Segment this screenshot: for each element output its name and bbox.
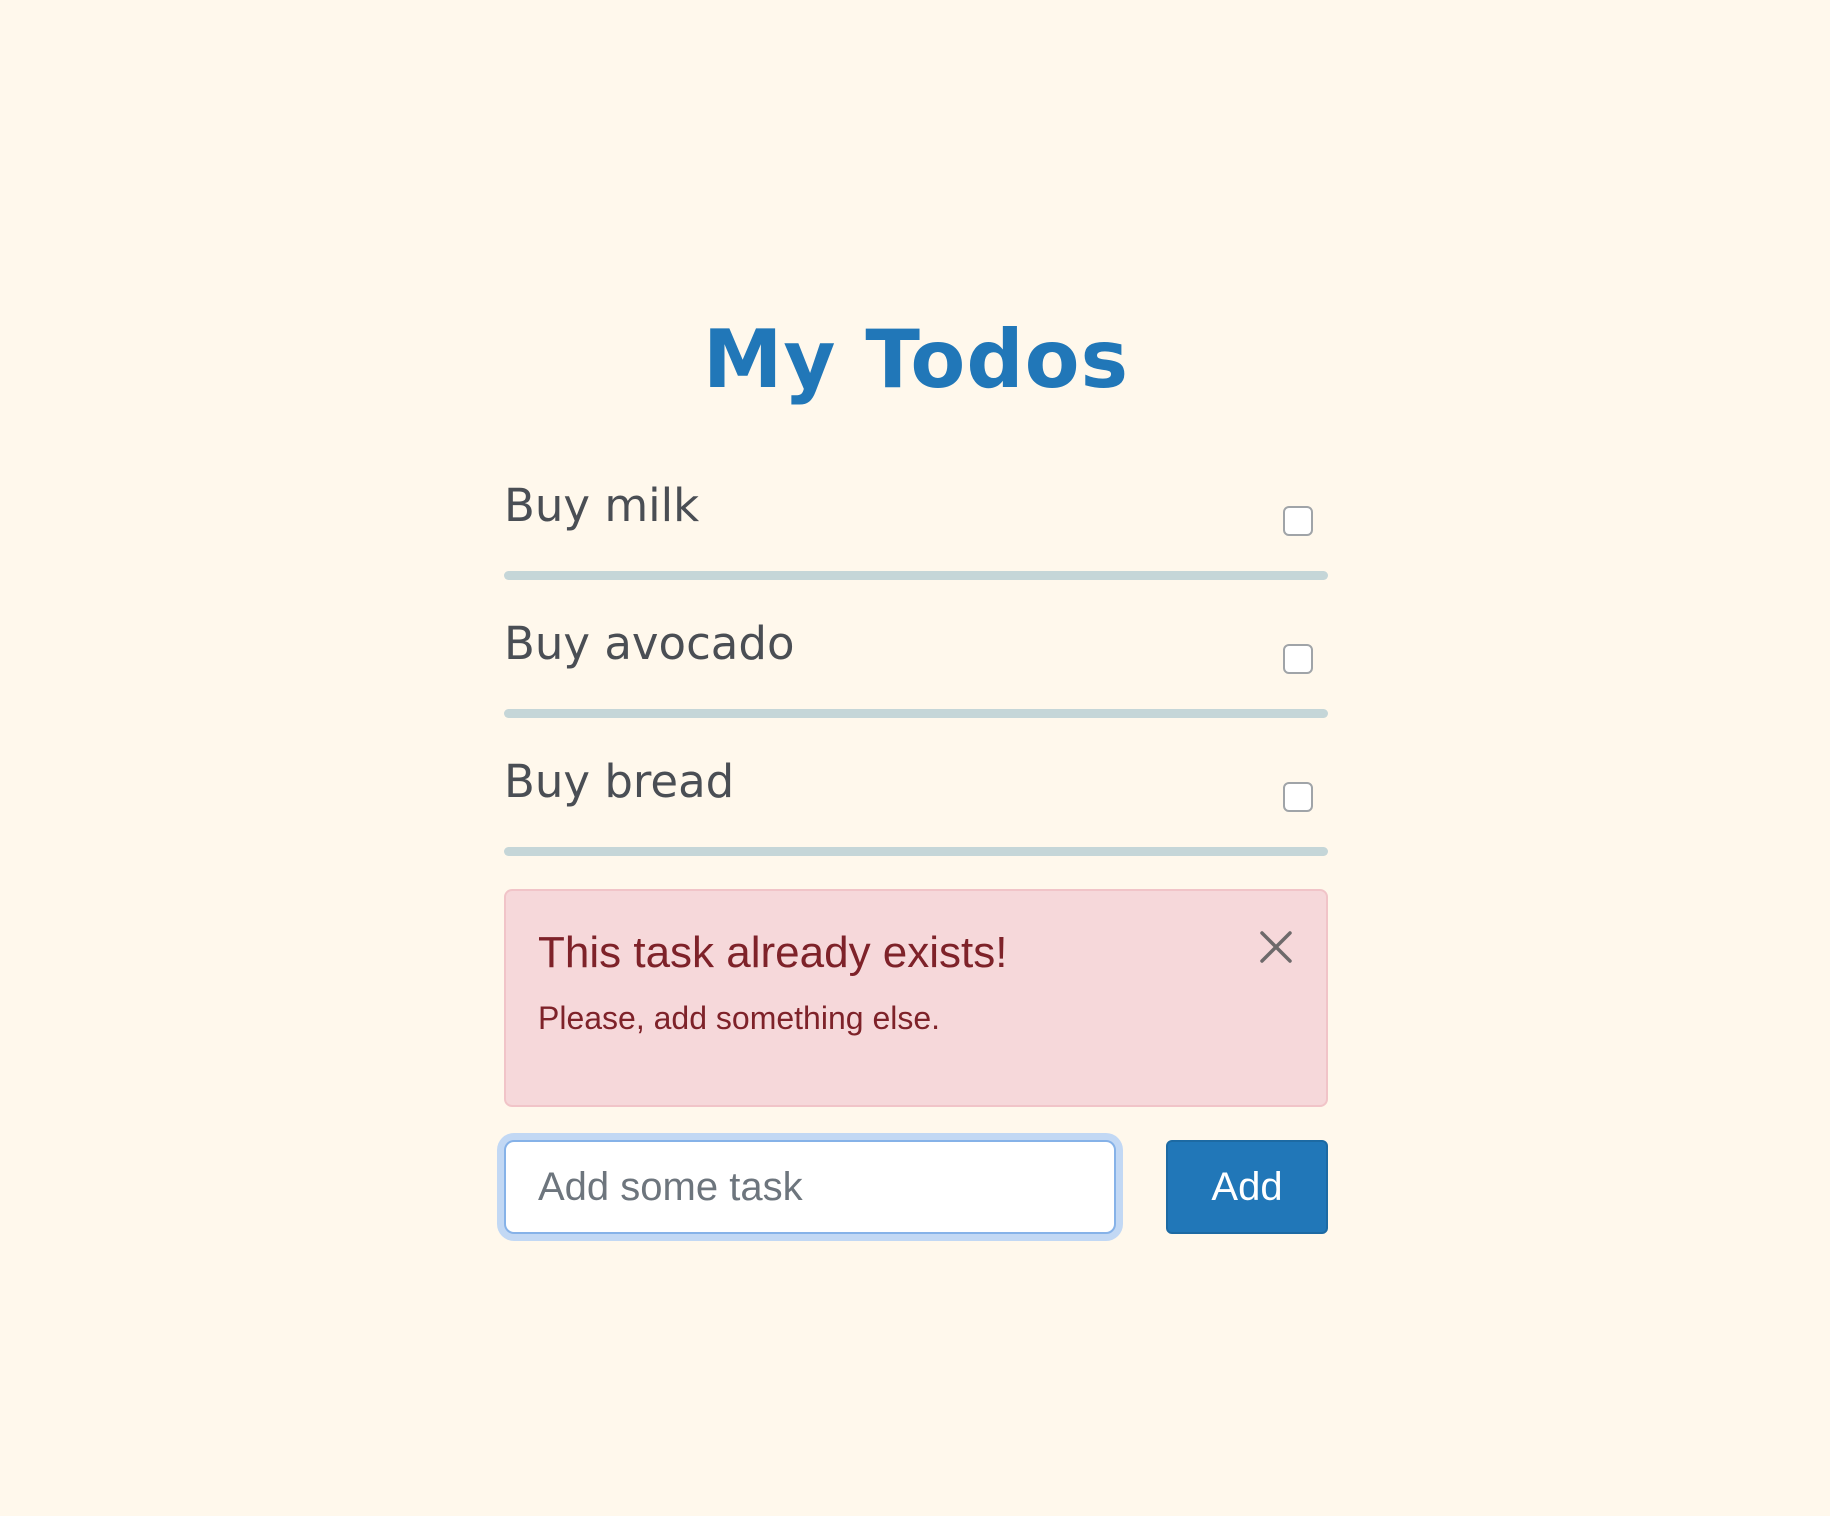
add-button[interactable]: Add (1166, 1140, 1328, 1234)
todo-divider (504, 709, 1328, 718)
todo-label: Buy bread (504, 755, 735, 808)
page-title: My Todos (702, 313, 1130, 406)
todo-checkbox[interactable] (1283, 644, 1313, 674)
todo-label: Buy avocado (504, 617, 795, 670)
alert-heading: This task already exists! (538, 928, 1008, 977)
todo-divider (504, 571, 1328, 580)
todo-checkbox[interactable] (1283, 782, 1313, 812)
todo-label: Buy milk (504, 479, 700, 532)
todo-divider (504, 847, 1328, 856)
alert-close-button[interactable] (1256, 927, 1296, 967)
todo-item: Buy avocado (504, 603, 1328, 741)
todo-list: Buy milk Buy avocado Buy bread (504, 465, 1328, 879)
todo-item: Buy bread (504, 741, 1328, 879)
task-input[interactable] (504, 1140, 1116, 1234)
todo-app: My Todos Buy milk Buy avocado Buy bread … (504, 0, 1328, 1516)
todo-item: Buy milk (504, 465, 1328, 603)
close-icon (1260, 931, 1292, 963)
todo-checkbox[interactable] (1283, 506, 1313, 536)
add-task-form: Add (504, 1140, 1328, 1236)
duplicate-task-alert: This task already exists! Please, add so… (504, 889, 1328, 1107)
alert-message: Please, add something else. (538, 1000, 941, 1036)
